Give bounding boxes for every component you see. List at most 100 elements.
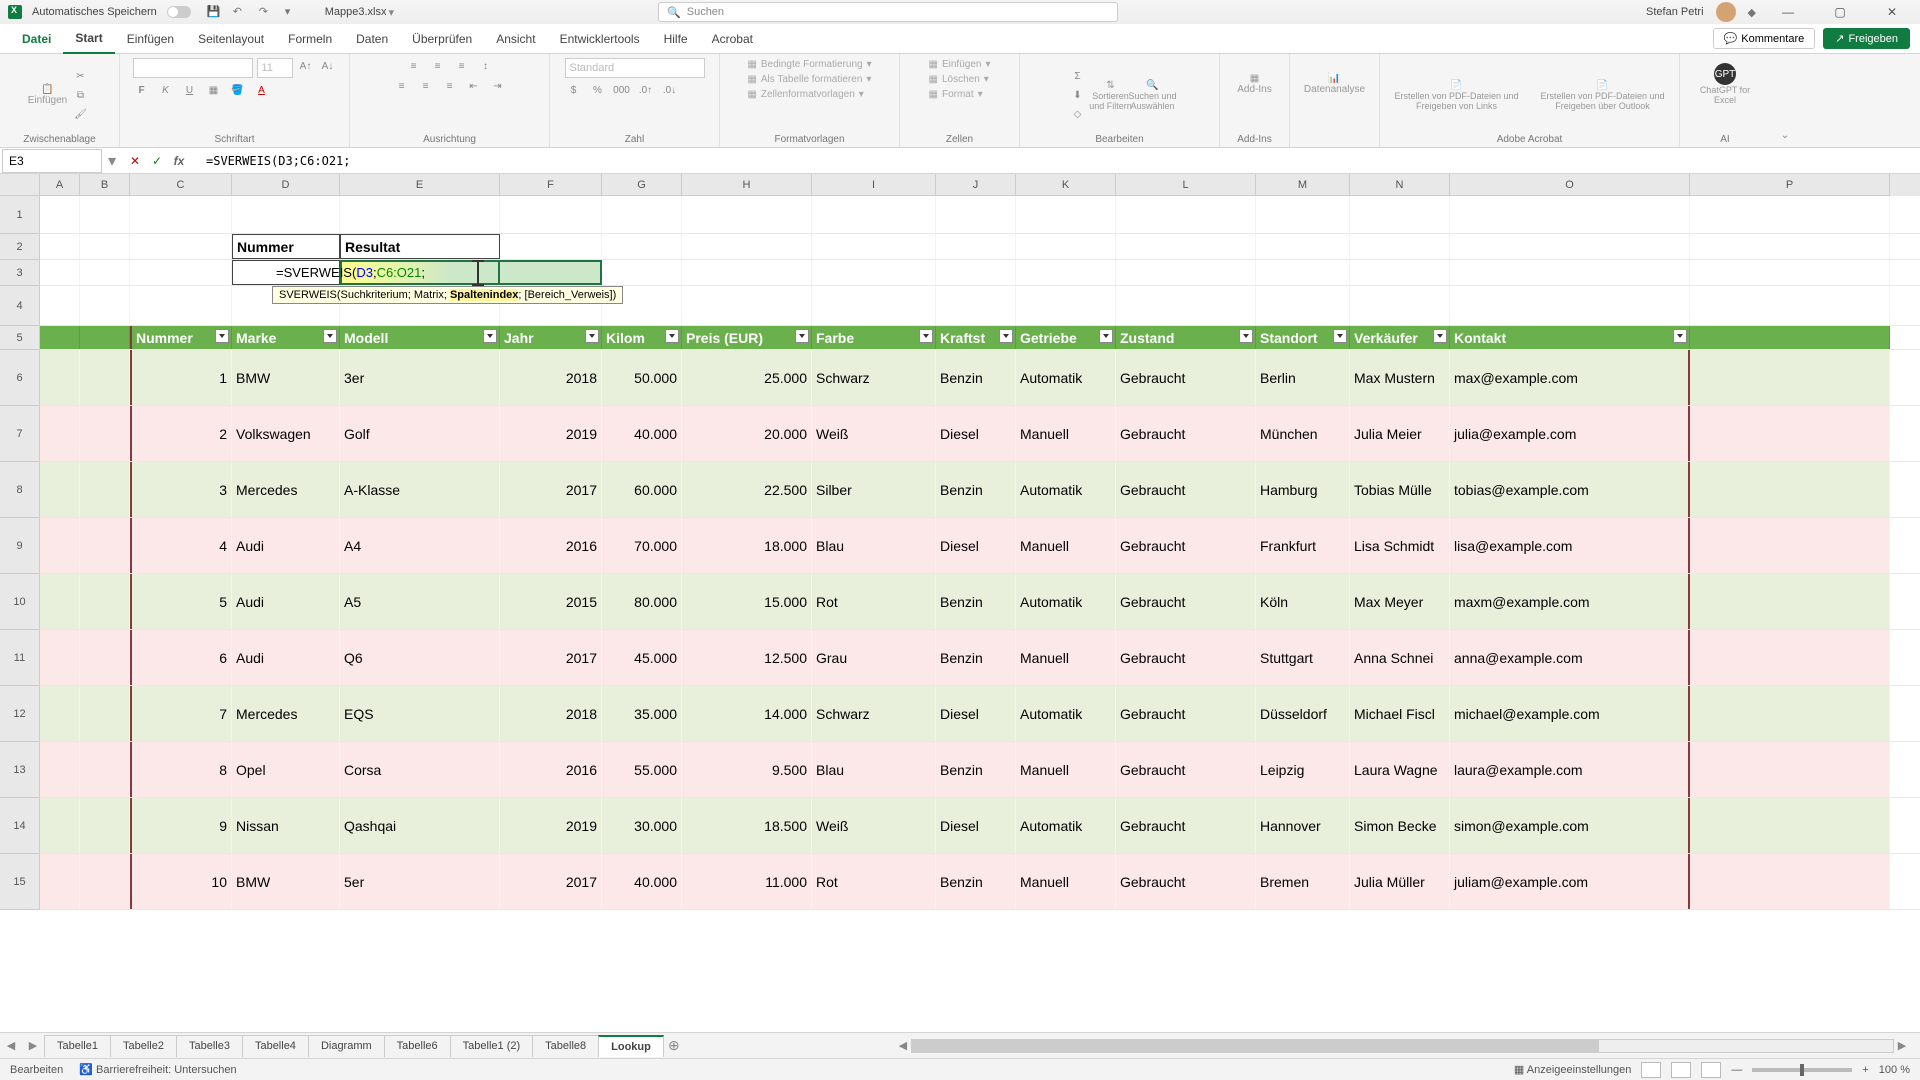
- cell-E2[interactable]: Resultat: [340, 234, 500, 259]
- row-header-3[interactable]: 3: [0, 260, 40, 286]
- fx-icon[interactable]: fx: [170, 154, 188, 168]
- cell-N6[interactable]: Max Mustern: [1350, 350, 1450, 405]
- cell-P3[interactable]: [1690, 260, 1890, 285]
- filter-button[interactable]: [1433, 329, 1447, 343]
- cell-L13[interactable]: Gebraucht: [1116, 742, 1256, 797]
- cell-K9[interactable]: Manuell: [1016, 518, 1116, 573]
- cell-O4[interactable]: [1450, 286, 1690, 325]
- cell-H3[interactable]: [682, 260, 812, 285]
- cell-K13[interactable]: Manuell: [1016, 742, 1116, 797]
- cell-I9[interactable]: Blau: [812, 518, 936, 573]
- cell-O5[interactable]: Kontakt: [1450, 326, 1690, 349]
- cell-O6[interactable]: max@example.com: [1450, 350, 1690, 405]
- share-button[interactable]: ↗Freigeben: [1823, 28, 1910, 49]
- cell-K1[interactable]: [1016, 196, 1116, 233]
- conditional-formatting[interactable]: ▦ Bedingte Formatierung ▾: [747, 58, 871, 71]
- cell-O13[interactable]: laura@example.com: [1450, 742, 1690, 797]
- cell-C10[interactable]: 5: [130, 574, 232, 629]
- cell-I5[interactable]: Farbe: [812, 326, 936, 349]
- cell-G15[interactable]: 40.000: [602, 854, 682, 909]
- cell-A9[interactable]: [40, 518, 80, 573]
- cell-C8[interactable]: 3: [130, 462, 232, 517]
- cell-L3[interactable]: [1116, 260, 1256, 285]
- new-sheet-button[interactable]: ⊕: [663, 1037, 685, 1054]
- comments-button[interactable]: 💬Kommentare: [1713, 28, 1816, 49]
- cell-I1[interactable]: [812, 196, 936, 233]
- sheet-tab-tabelle6[interactable]: Tabelle6: [384, 1035, 451, 1057]
- grid-area[interactable]: A B C D E F G H I J K L M N O P 12345678…: [0, 174, 1920, 1032]
- zoom-value[interactable]: 100 %: [1879, 1064, 1910, 1076]
- cell-B11[interactable]: [80, 630, 130, 685]
- search-box[interactable]: 🔍 Suchen: [658, 2, 1118, 22]
- row-header-14[interactable]: 14: [0, 798, 40, 854]
- cell-J11[interactable]: Benzin: [936, 630, 1016, 685]
- sheet-prev-icon[interactable]: ◀: [0, 1039, 22, 1052]
- cell-G12[interactable]: 35.000: [602, 686, 682, 741]
- cell-F11[interactable]: 2017: [500, 630, 602, 685]
- cell-I14[interactable]: Weiß: [812, 798, 936, 853]
- cell-K7[interactable]: Manuell: [1016, 406, 1116, 461]
- cell-I10[interactable]: Rot: [812, 574, 936, 629]
- cell-E15[interactable]: 5er: [340, 854, 500, 909]
- cell-E13[interactable]: Corsa: [340, 742, 500, 797]
- cell-P4[interactable]: [1690, 286, 1890, 325]
- filter-button[interactable]: [323, 329, 337, 343]
- col-header-E[interactable]: E: [340, 174, 500, 196]
- cell-A1[interactable]: [40, 196, 80, 233]
- cell-O10[interactable]: maxm@example.com: [1450, 574, 1690, 629]
- cell-C9[interactable]: 4: [130, 518, 232, 573]
- cell-O11[interactable]: anna@example.com: [1450, 630, 1690, 685]
- row-header-2[interactable]: 2: [0, 234, 40, 260]
- cell-A2[interactable]: [40, 234, 80, 259]
- save-icon[interactable]: 💾: [207, 5, 221, 19]
- cell-C11[interactable]: 6: [130, 630, 232, 685]
- cell-P5[interactable]: [1690, 326, 1890, 349]
- view-pagelayout-icon[interactable]: [1671, 1062, 1691, 1078]
- cell-M9[interactable]: Frankfurt: [1256, 518, 1350, 573]
- cell-K10[interactable]: Automatik: [1016, 574, 1116, 629]
- display-settings[interactable]: ▦ Anzeigeeinstellungen: [1514, 1063, 1631, 1076]
- cell-G5[interactable]: Kilom: [602, 326, 682, 349]
- sheet-tab-tabelle4[interactable]: Tabelle4: [242, 1035, 309, 1057]
- cell-L8[interactable]: Gebraucht: [1116, 462, 1256, 517]
- row-header-8[interactable]: 8: [0, 462, 40, 518]
- row-header-5[interactable]: 5: [0, 326, 40, 350]
- cell-P13[interactable]: [1690, 742, 1890, 797]
- cell-E9[interactable]: A4: [340, 518, 500, 573]
- cell-H8[interactable]: 22.500: [682, 462, 812, 517]
- cell-B1[interactable]: [80, 196, 130, 233]
- data-analysis-button[interactable]: 📊Datenanalyse: [1317, 58, 1353, 110]
- filter-button[interactable]: [1099, 329, 1113, 343]
- cell-D13[interactable]: Opel: [232, 742, 340, 797]
- horizontal-scrollbar[interactable]: ◀ ▶: [895, 1039, 1910, 1053]
- cell-L9[interactable]: Gebraucht: [1116, 518, 1256, 573]
- format-cells[interactable]: ▦ Format ▾: [929, 88, 983, 101]
- cell-P7[interactable]: [1690, 406, 1890, 461]
- cell-M8[interactable]: Hamburg: [1256, 462, 1350, 517]
- sheet-next-icon[interactable]: ▶: [22, 1039, 44, 1052]
- cell-D11[interactable]: Audi: [232, 630, 340, 685]
- cell-O7[interactable]: julia@example.com: [1450, 406, 1690, 461]
- cell-D8[interactable]: Mercedes: [232, 462, 340, 517]
- cell-N9[interactable]: Lisa Schmidt: [1350, 518, 1450, 573]
- filename[interactable]: Mappe3.xlsx: [325, 6, 387, 18]
- accept-formula-icon[interactable]: ✓: [148, 154, 166, 168]
- filter-button[interactable]: [665, 329, 679, 343]
- cell-L5[interactable]: Zustand: [1116, 326, 1256, 349]
- cell-J7[interactable]: Diesel: [936, 406, 1016, 461]
- sheet-tab-lookup[interactable]: Lookup: [598, 1035, 664, 1057]
- row-header-7[interactable]: 7: [0, 406, 40, 462]
- cell-F13[interactable]: 2016: [500, 742, 602, 797]
- cell-A15[interactable]: [40, 854, 80, 909]
- filter-button[interactable]: [1239, 329, 1253, 343]
- cell-M11[interactable]: Stuttgart: [1256, 630, 1350, 685]
- cell-O15[interactable]: juliam@example.com: [1450, 854, 1690, 909]
- cell-N5[interactable]: Verkäufer: [1350, 326, 1450, 349]
- status-accessibility[interactable]: ♿ Barrierefreiheit: Untersuchen: [79, 1063, 236, 1076]
- cell-O1[interactable]: [1450, 196, 1690, 233]
- cell-B5[interactable]: [80, 326, 130, 349]
- cell-A7[interactable]: [40, 406, 80, 461]
- cell-styles[interactable]: ▦ Zellenformatvorlagen ▾: [747, 88, 863, 101]
- cell-G14[interactable]: 30.000: [602, 798, 682, 853]
- filter-button[interactable]: [585, 329, 599, 343]
